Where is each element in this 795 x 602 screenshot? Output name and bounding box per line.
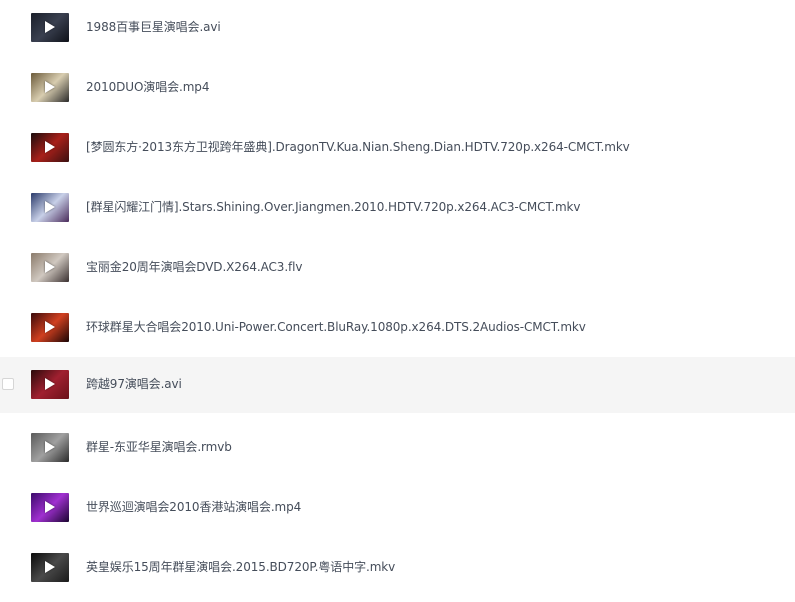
file-name[interactable]: [群星闪耀江门情].Stars.Shining.Over.Jiangmen.20… xyxy=(86,198,581,216)
play-icon xyxy=(45,441,55,453)
play-icon xyxy=(45,21,55,33)
file-name[interactable]: 宝丽金20周年演唱会DVD.X264.AC3.flv xyxy=(86,258,302,276)
file-row[interactable]: 1988百事巨星演唱会.avi xyxy=(0,0,795,56)
play-icon xyxy=(45,561,55,573)
file-name[interactable]: 1988百事巨星演唱会.avi xyxy=(86,18,221,36)
video-thumbnail[interactable] xyxy=(31,73,69,102)
video-thumbnail[interactable] xyxy=(31,433,69,462)
play-icon xyxy=(45,201,55,213)
file-list: 1988百事巨星演唱会.avi 2010DUO演唱会.mp4 [梦圆东方·201… xyxy=(0,0,795,602)
video-thumbnail[interactable] xyxy=(31,313,69,342)
play-icon xyxy=(45,501,55,513)
video-thumbnail[interactable] xyxy=(31,370,69,399)
file-row[interactable]: [梦圆东方·2013东方卫视跨年盛典].DragonTV.Kua.Nian.Sh… xyxy=(0,120,795,176)
video-thumbnail[interactable] xyxy=(31,253,69,282)
file-name[interactable]: 2010DUO演唱会.mp4 xyxy=(86,78,209,96)
row-checkbox[interactable] xyxy=(2,378,14,390)
file-row[interactable]: 群星-东亚华星演唱会.rmvb xyxy=(0,420,795,476)
video-thumbnail[interactable] xyxy=(31,553,69,582)
file-row[interactable]: [群星闪耀江门情].Stars.Shining.Over.Jiangmen.20… xyxy=(0,180,795,236)
file-name[interactable]: 群星-东亚华星演唱会.rmvb xyxy=(86,438,232,456)
file-row[interactable]: 2010DUO演唱会.mp4 xyxy=(0,60,795,116)
file-row[interactable]: 环球群星大合唱会2010.Uni-Power.Concert.BluRay.10… xyxy=(0,300,795,356)
video-thumbnail[interactable] xyxy=(31,493,69,522)
file-name[interactable]: 跨越97演唱会.avi xyxy=(86,375,182,393)
file-row[interactable]: 世界巡迴演唱会2010香港站演唱会.mp4 xyxy=(0,480,795,536)
file-name[interactable]: 世界巡迴演唱会2010香港站演唱会.mp4 xyxy=(86,498,301,516)
play-icon xyxy=(45,378,55,390)
play-icon xyxy=(45,321,55,333)
file-name[interactable]: 英皇娱乐15周年群星演唱会.2015.BD720P.粤语中字.mkv xyxy=(86,558,395,576)
file-row[interactable]: 宝丽金20周年演唱会DVD.X264.AC3.flv xyxy=(0,240,795,296)
play-icon xyxy=(45,141,55,153)
file-name[interactable]: 环球群星大合唱会2010.Uni-Power.Concert.BluRay.10… xyxy=(86,318,586,336)
play-icon xyxy=(45,81,55,93)
video-thumbnail[interactable] xyxy=(31,133,69,162)
video-thumbnail[interactable] xyxy=(31,193,69,222)
video-thumbnail[interactable] xyxy=(31,13,69,42)
play-icon xyxy=(45,261,55,273)
file-row[interactable]: 跨越97演唱会.avi xyxy=(0,357,795,413)
file-row[interactable]: 英皇娱乐15周年群星演唱会.2015.BD720P.粤语中字.mkv xyxy=(0,540,795,596)
file-name[interactable]: [梦圆东方·2013东方卫视跨年盛典].DragonTV.Kua.Nian.Sh… xyxy=(86,138,630,156)
